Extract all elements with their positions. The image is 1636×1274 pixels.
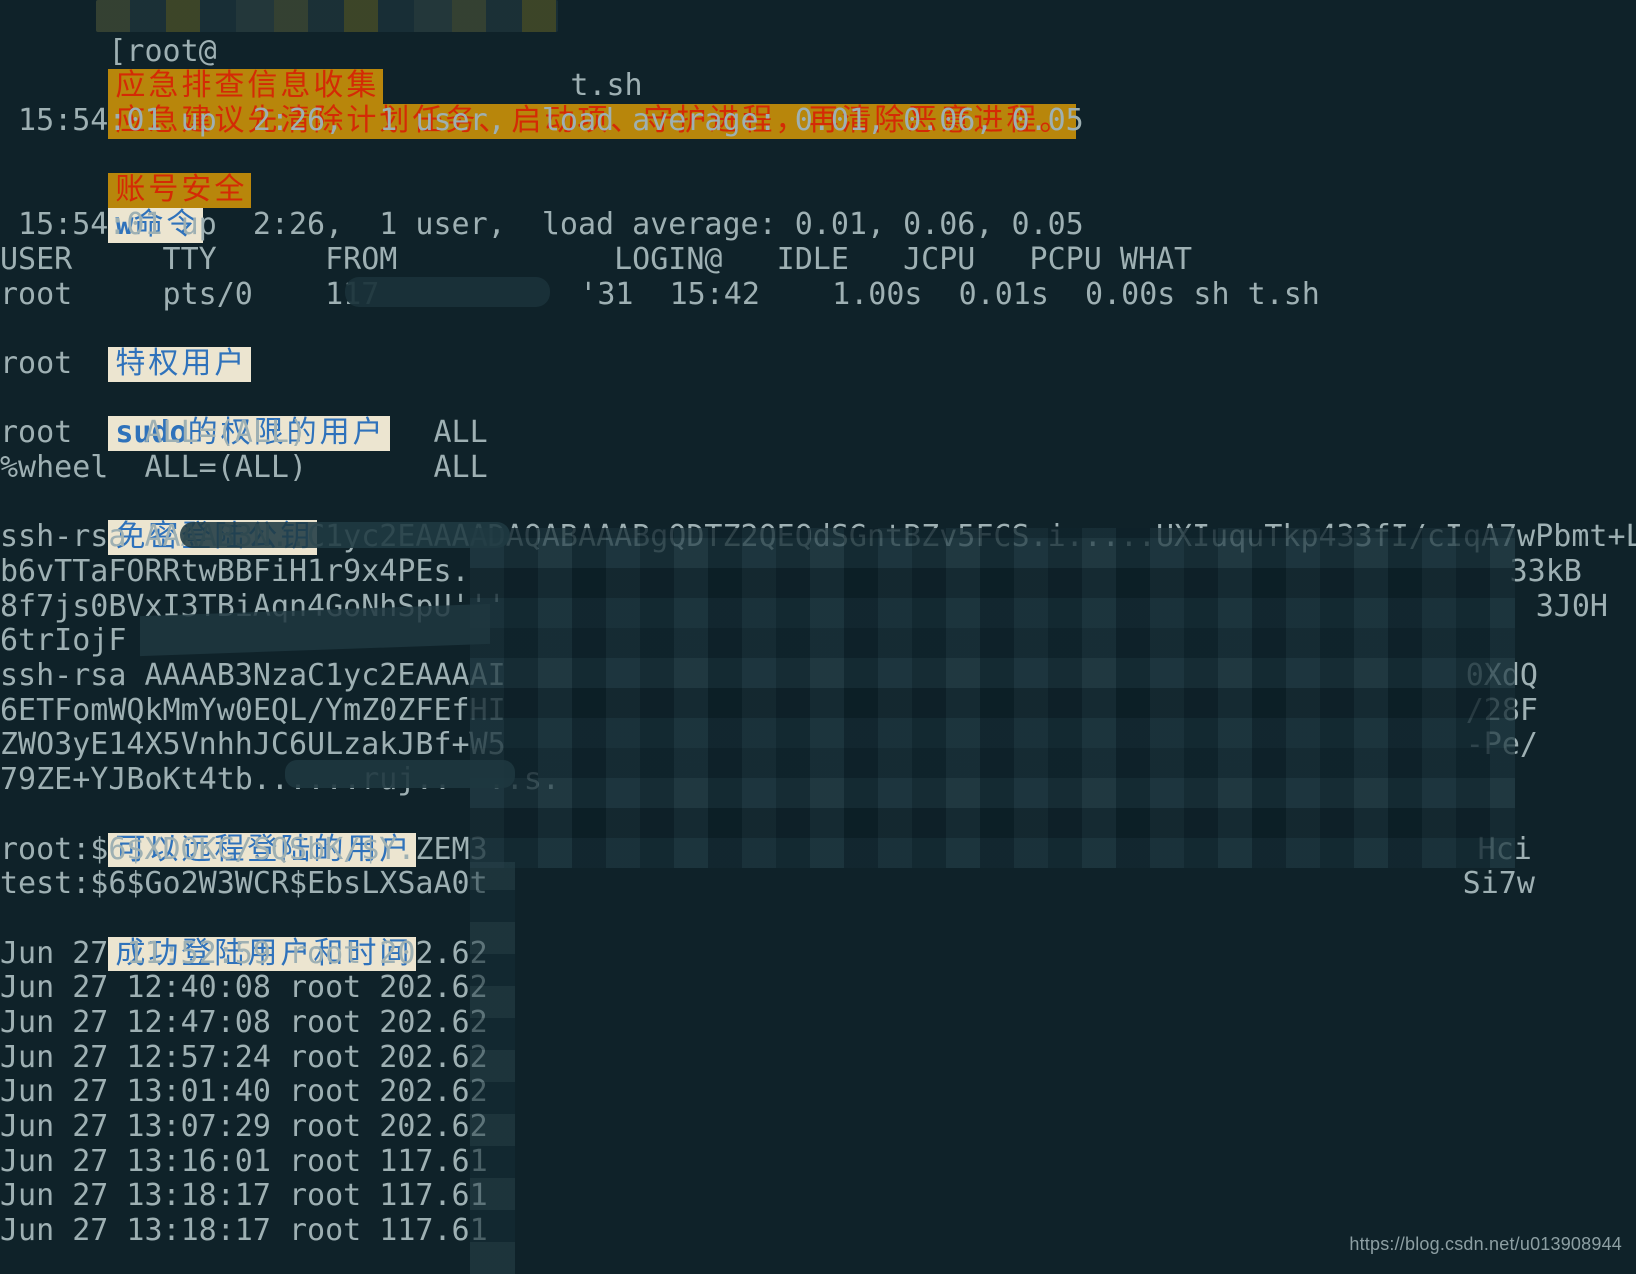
pubkey-row: 6ETFomWQkMmYw0EQL/YmZ0ZFEfHI/28F [0,692,1636,729]
terminal-output: [root@ t.sh 应急排查信息收集 应急建议先清除计划任务、启动项、守护进… [0,0,1636,1249]
w-row-rest: 15:42 1.00s 0.01s 0.00s sh t.sh [633,276,1320,312]
login-row: Jun 27 13:01:40 root 202.62 [0,1074,488,1110]
pubkey-row-right: 0XdQ [1465,658,1538,694]
section-account-line: 账号安全 [0,139,1636,209]
w-table-row: root pts/0 117 '31 15:42 1.00s 0.01s 0.00… [0,276,1636,313]
section-lastlog-line: 成功登陆用户和时间 [0,902,1636,972]
section-sudo-line: sudo的权限的用户 [0,382,1636,451]
header-collect-badge: 应急排查信息收集 [108,69,384,105]
terminal-screen[interactable]: [root@ t.sh 应急排查信息收集 应急建议先清除计划任务、启动项、守护进… [0,0,1636,1274]
pubkey-row-left: 6trIojF [0,623,127,659]
shadow-row-left: test:$6$Go2W3WCR$EbsLXSaA0t [0,866,488,902]
pubkey-row: ssh-rsa AAAAB3NzaC1yc2EAAAAI 0XdQ [0,658,1636,694]
pubkey-row-left: b6vTTaFORRtwBBFiH1r9x4PEs. [0,554,470,589]
pubkey-row-left: 6ETFomWQkMmYw0EQL/YmZ0ZFEfHI [0,692,506,728]
pubkey-row-left: ssh-rsa [0,519,145,555]
section-remote-line: 可以远程登陆的用户 [0,798,1636,868]
login-row: Jun 27 12:57:24 root 202.62 [0,1039,488,1075]
uptime-line-2: 15:54:01 up 2:26, 1 user, load average: … [0,207,1084,243]
uptime-line-1: 15:54:01 up 2:26, 1 user, load average: … [0,103,1084,139]
sudoers-row: root ALL=(ALL) ALL [0,415,488,451]
shadow-row-right: Hci [1477,831,1532,867]
pubkey-row-left: ZWO3yE14X5VnhhJC6ULzakJBf+W5 [0,727,506,763]
section-account-badge: 账号安全 [108,173,252,209]
watermark: https://blog.csdn.net/u013908944 [1349,1234,1622,1255]
shadow-row: root:$6$XDOKC/SQSbK/$Y.ZEM3 Hci [0,831,1636,868]
prompt-line: [root@ t.sh [0,0,1636,103]
login-row: Jun 27 13:18:17 root 117.61 [0,1178,488,1214]
login-row: Jun 27 12:47:08 root 202.62 [0,1004,488,1040]
login-row: Jun 27 11:52:59 root 202.62 [0,935,488,971]
section-privileged-line: 特权用户 [0,312,1636,382]
prompt-command: t.sh [570,68,643,104]
pubkey-row-right: 3J0H [1535,588,1608,624]
pubkey-row: ZWO3yE14X5VnhhJC6ULzakJBf+W5 -Pe/ [0,728,1636,763]
pubkey-row: 8f7js0BVxI3TBiAqn4GoNhSpU''' 3J0H [0,588,1636,625]
sudoers-row: %wheel ALL=(ALL) ALL [0,449,488,485]
login-row: Jun 27 13:07:29 root 202.62 [0,1109,488,1144]
pubkey-row-right: 33kB [1509,554,1582,589]
pubkey-row: ssh-rsa AAAAB3N..C1yc2EAAAADAQABAAABgQDT… [0,519,1636,555]
section-privileged-badge: 特权用户 [108,346,252,382]
prompt-prefix: [root@ [108,33,217,69]
pubkey-row-left: ssh-rsa AAAAB3NzaC1yc2EAAAAI [0,658,506,694]
header-collect-line: 应急排查信息收集 [0,35,1636,105]
pubkey-row-left: 8f7js0BVxI3TBiAqn4GoNhSpU''' [0,588,506,624]
w-table-header: USER TTY FROM LOGIN@ IDLE JCPU PCPU WHAT [0,241,1193,277]
pubkey-row: 6trIojF [0,624,1636,659]
login-row: Jun 27 13:16:01 root 117.61 [0,1143,488,1179]
login-row: Jun 27 12:40:08 root 202.62 [0,970,488,1006]
pubkey-row: b6vTTaFORRtwBBFiH1r9x4PEs. 33kB [0,554,1636,590]
pubkey-row-right: -Pe/ [1465,727,1538,763]
section-pubkey-line: 免密登陆公钥 [0,486,1636,556]
shadow-row-right: Si7w [1462,866,1535,902]
w-row-user-tty-ip: root pts/0 117 [0,276,380,312]
pubkey-row: 79ZE+YJBoKt4tb......ruj.. ..s. [0,762,1636,798]
shadow-row: test:$6$Go2W3WCR$EbsLXSaA0t Si7w [0,866,1636,902]
shadow-row-left: root:$6$XDOKC/SQSbK/$Y.ZEM3 [0,831,488,867]
pubkey-row-mid: AAAAB3N..C1yc2EAAAADAQABAAABgQDTZ2QEQdSG… [144,519,1636,555]
pubkey-row-left: 79ZE+YJBoKt4tb......ruj.. ..s. [0,762,560,798]
w-row-ip-tail: '31 [579,276,634,312]
pubkey-row-right: /28F [1465,692,1538,728]
